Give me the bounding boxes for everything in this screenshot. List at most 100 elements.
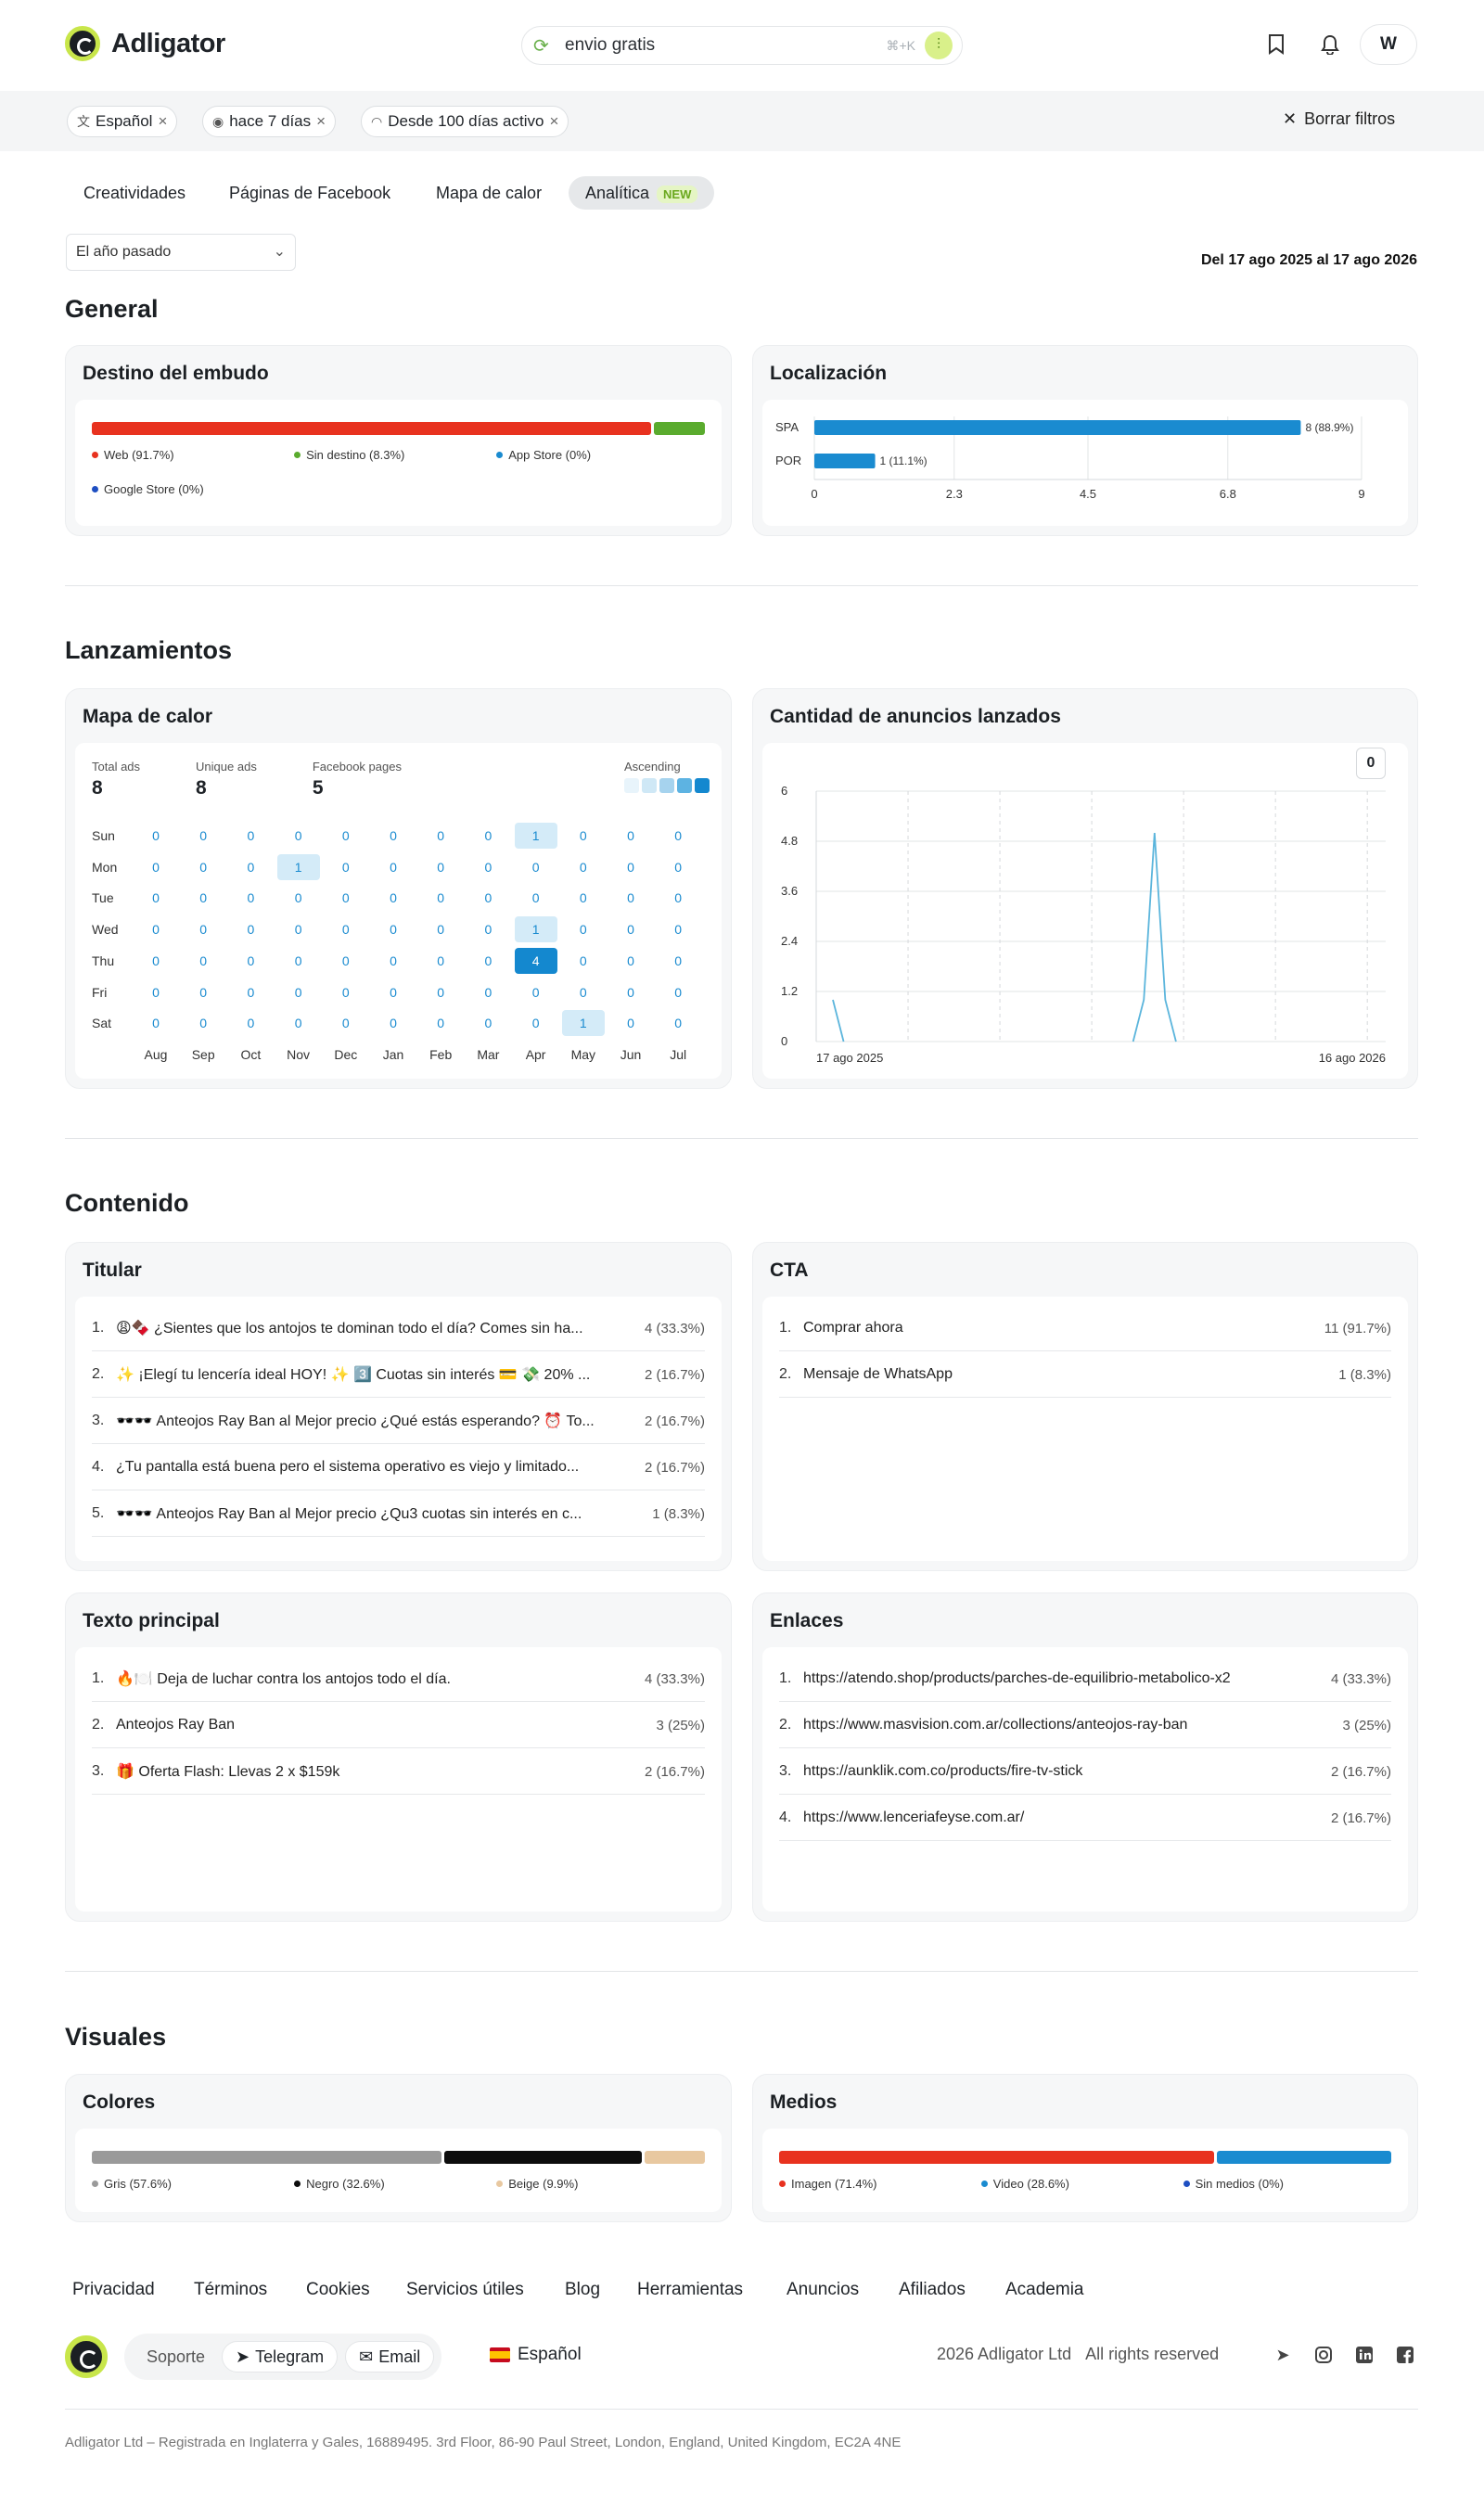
- heatmap-cell[interactable]: 0: [229, 979, 272, 1005]
- clear-filters-button[interactable]: ✕ Borrar filtros: [1283, 109, 1395, 129]
- linkedin-icon[interactable]: [1352, 2343, 1376, 2367]
- language-selector[interactable]: Español: [490, 2345, 582, 2365]
- footer-link-anuncios[interactable]: Anuncios: [787, 2280, 859, 2300]
- heatmap-cell[interactable]: 0: [609, 979, 652, 1005]
- list-item[interactable]: 3. 🕶️🕶️ Anteojos Ray Ban al Mejor precio …: [92, 1399, 705, 1444]
- heatmap-cell[interactable]: 0: [419, 916, 462, 942]
- bookmark-icon[interactable]: [1261, 30, 1291, 59]
- list-item[interactable]: 4. https://www.lenceriafeyse.com.ar/2 (16…: [779, 1796, 1391, 1841]
- heatmap-cell[interactable]: 0: [515, 1010, 557, 1036]
- heatmap-cell[interactable]: 0: [134, 854, 177, 880]
- heatmap-cell[interactable]: 0: [325, 823, 367, 849]
- heatmap-cell[interactable]: 0: [562, 948, 605, 974]
- heatmap-cell[interactable]: 0: [609, 1010, 652, 1036]
- footer-link-blog[interactable]: Blog: [565, 2280, 600, 2300]
- heatmap-cell[interactable]: 0: [372, 1010, 415, 1036]
- filter-chip-time[interactable]: ◉ hace 7 días ×: [202, 106, 337, 137]
- close-icon[interactable]: ×: [158, 112, 167, 131]
- heatmap-cell[interactable]: 0: [229, 948, 272, 974]
- heatmap-cell[interactable]: 0: [277, 823, 320, 849]
- tab-paginas-facebook[interactable]: Páginas de Facebook: [212, 176, 407, 210]
- heatmap-cell[interactable]: 0: [182, 854, 224, 880]
- heatmap-cell[interactable]: 0: [134, 823, 177, 849]
- brand-logo[interactable]: Adligator: [65, 26, 225, 61]
- list-item[interactable]: 1. 😩🍫 ¿Sientes que los antojos te dominan…: [92, 1306, 705, 1351]
- heatmap-cell[interactable]: 0: [657, 916, 699, 942]
- bell-icon[interactable]: [1315, 30, 1345, 59]
- heatmap-cell[interactable]: 0: [229, 916, 272, 942]
- heatmap-cell[interactable]: 0: [657, 979, 699, 1005]
- heatmap-cell[interactable]: 0: [562, 823, 605, 849]
- tab-creatividades[interactable]: Creatividades: [67, 176, 202, 210]
- footer-link-terminos[interactable]: Términos: [194, 2280, 267, 2300]
- heatmap-cell[interactable]: 0: [657, 854, 699, 880]
- footer-link-privacidad[interactable]: Privacidad: [72, 2280, 155, 2300]
- heatmap-cell[interactable]: 0: [467, 823, 509, 849]
- heatmap-cell[interactable]: 0: [609, 854, 652, 880]
- heatmap-cell[interactable]: 0: [229, 1010, 272, 1036]
- heatmap-cell[interactable]: 0: [609, 823, 652, 849]
- list-item[interactable]: 2. Anteojos Ray Ban 3 (25%): [92, 1703, 705, 1748]
- heatmap-cell[interactable]: 0: [325, 1010, 367, 1036]
- heatmap-cell[interactable]: 1: [276, 853, 320, 880]
- list-item[interactable]: 5. 🕶️🕶️ Anteojos Ray Ban al Mejor precio …: [92, 1491, 705, 1537]
- close-icon[interactable]: ×: [549, 112, 558, 131]
- facebook-icon[interactable]: [1393, 2343, 1417, 2367]
- heatmap-cell[interactable]: 0: [419, 885, 462, 911]
- heatmap-cell[interactable]: 0: [372, 916, 415, 942]
- user-avatar[interactable]: W: [1360, 24, 1417, 65]
- heatmap-cell[interactable]: 0: [277, 1010, 320, 1036]
- heatmap-cell[interactable]: 0: [419, 948, 462, 974]
- tab-analitica[interactable]: Analítica NEW: [569, 176, 715, 210]
- heatmap-cell[interactable]: 0: [467, 948, 509, 974]
- heatmap-cell[interactable]: 0: [229, 854, 272, 880]
- heatmap-cell[interactable]: 0: [515, 885, 557, 911]
- heatmap-cell[interactable]: 0: [372, 979, 415, 1005]
- heatmap-cell[interactable]: 0: [277, 979, 320, 1005]
- heatmap-cell[interactable]: 0: [515, 979, 557, 1005]
- heatmap-cell[interactable]: 0: [657, 948, 699, 974]
- list-item[interactable]: 1. https://atendo.shop/products/parches-d…: [779, 1656, 1391, 1702]
- heatmap-cell[interactable]: 0: [562, 979, 605, 1005]
- heatmap-cell[interactable]: 0: [182, 979, 224, 1005]
- email-button[interactable]: ✉ Email: [345, 2341, 435, 2372]
- heatmap-cell[interactable]: 0: [134, 1010, 177, 1036]
- search-input[interactable]: [565, 35, 887, 56]
- heatmap-cell[interactable]: 0: [325, 854, 367, 880]
- heatmap-cell[interactable]: 0: [277, 885, 320, 911]
- heatmap-cell[interactable]: 0: [609, 885, 652, 911]
- heatmap-cell[interactable]: 0: [229, 823, 272, 849]
- list-item[interactable]: 2. ✨ ¡Elegí tu lencería ideal HOY! ✨ 3️⃣ …: [92, 1352, 705, 1398]
- heatmap-cell[interactable]: 0: [657, 823, 699, 849]
- heatmap-cell[interactable]: 0: [467, 1010, 509, 1036]
- heatmap-cell[interactable]: 0: [182, 1010, 224, 1036]
- list-item[interactable]: 4. ¿Tu pantalla está buena pero el sistem…: [92, 1445, 705, 1490]
- tab-mapa-de-calor[interactable]: Mapa de calor: [419, 176, 558, 210]
- refresh-icon[interactable]: ⟳: [533, 34, 556, 58]
- heatmap-cell[interactable]: 0: [562, 916, 605, 942]
- close-icon[interactable]: ×: [316, 112, 326, 131]
- footer-link-cookies[interactable]: Cookies: [306, 2280, 370, 2300]
- footer-logo-icon[interactable]: [65, 2335, 108, 2378]
- heatmap-cell[interactable]: 0: [277, 916, 320, 942]
- heatmap-cell[interactable]: 0: [562, 854, 605, 880]
- heatmap-cell[interactable]: 0: [657, 885, 699, 911]
- filter-chip-language[interactable]: 文 Español ×: [67, 106, 178, 137]
- heatmap-cell[interactable]: 0: [325, 948, 367, 974]
- heatmap-cell[interactable]: 4: [514, 947, 557, 974]
- heatmap-cell[interactable]: 0: [182, 916, 224, 942]
- heatmap-cell[interactable]: 1: [561, 1010, 605, 1037]
- heatmap-cell[interactable]: 0: [419, 854, 462, 880]
- footer-link-servicios[interactable]: Servicios útiles: [406, 2280, 524, 2300]
- period-select[interactable]: El año pasado ⌄: [66, 234, 296, 271]
- list-item[interactable]: 1. 🔥🍽️ Deja de luchar contra los antojos …: [92, 1656, 705, 1702]
- list-item[interactable]: 3. https://aunklik.com.co/products/fire-t…: [779, 1749, 1391, 1795]
- heatmap-cell[interactable]: 0: [229, 885, 272, 911]
- heatmap-cell[interactable]: 0: [372, 854, 415, 880]
- footer-link-afiliados[interactable]: Afiliados: [899, 2280, 966, 2300]
- list-item[interactable]: 1. Comprar ahora 11 (91.7%): [779, 1306, 1391, 1351]
- heatmap-cell[interactable]: 1: [514, 823, 557, 849]
- search-bar[interactable]: ⟳ ⌘+K ⫶: [521, 26, 963, 65]
- heatmap-cell[interactable]: 0: [467, 854, 509, 880]
- heatmap-cell[interactable]: 0: [657, 1010, 699, 1036]
